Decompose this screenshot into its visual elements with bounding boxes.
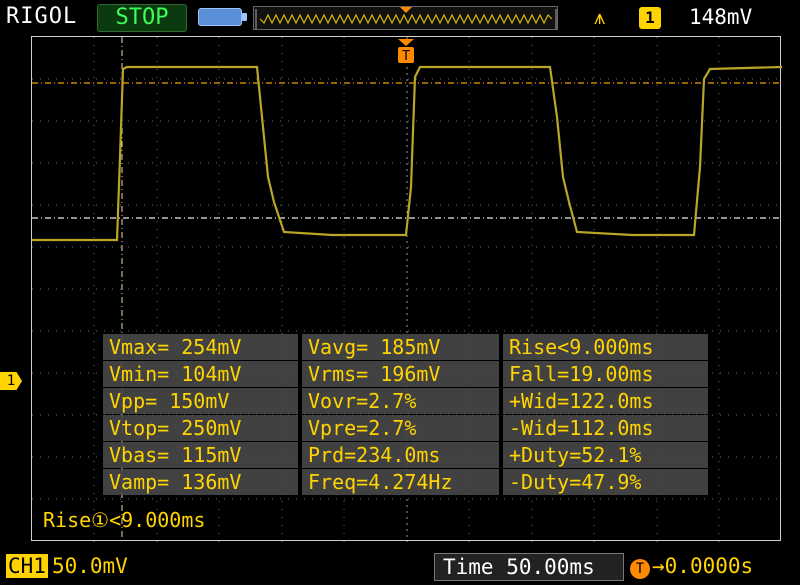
- battery-icon: [198, 8, 247, 26]
- rising-edge-icon: ⩚: [594, 5, 606, 29]
- measurement-row: Vmin= 104mV Vrms= 196mV Fall=19.00ms: [103, 361, 713, 387]
- measure-frequency: Freq=4.274Hz: [302, 469, 499, 495]
- top-status-bar: RIGOL STOP ⩚ 1 148mV: [0, 0, 800, 36]
- bottom-status-bar: CH1 50.0mV Time 50.00ms T →0.0000s: [0, 549, 800, 585]
- memory-trigger-pointer-icon: [400, 7, 412, 13]
- trigger-info[interactable]: ⩚ 1 148mV: [585, 4, 780, 32]
- timebase-readout[interactable]: Time 50.00ms: [434, 553, 624, 581]
- measure-vrms: Vrms= 196mV: [302, 361, 499, 387]
- measure-rise: Rise<9.000ms: [503, 334, 708, 360]
- measure-neg-width: -Wid=112.0ms: [503, 415, 708, 441]
- measure-vavg: Vavg= 185mV: [302, 334, 499, 360]
- measure-vpre: Vpre=2.7%: [302, 415, 499, 441]
- volts-per-div: 50.0mV: [51, 554, 128, 578]
- measure-vpp: Vpp= 150mV: [103, 388, 298, 414]
- measure-pos-duty: +Duty=52.1%: [503, 442, 708, 468]
- trigger-offset-arrow-icon: →: [652, 554, 665, 578]
- measure-period: Prd=234.0ms: [302, 442, 499, 468]
- trigger-source-badge: 1: [639, 7, 661, 29]
- measure-vtop: Vtop= 250mV: [103, 415, 298, 441]
- measure-vmin: Vmin= 104mV: [103, 361, 298, 387]
- measurement-row: Vamp= 136mV Freq=4.274Hz -Duty=47.9%: [103, 469, 713, 495]
- memory-zigzag: [259, 13, 553, 25]
- channel-1-scale[interactable]: CH1 50.0mV: [6, 554, 128, 578]
- memory-window: [253, 6, 558, 30]
- trigger-offset[interactable]: T →0.0000s: [630, 553, 795, 581]
- measure-vamp: Vamp= 136mV: [103, 469, 298, 495]
- memory-waveform-preview: [255, 7, 557, 29]
- measurement-panel: Vmax= 254mV Vavg= 185mV Rise<9.000ms Vmi…: [103, 334, 713, 496]
- trigger-marker-label: T: [402, 49, 410, 64]
- trigger-position-marker-icon[interactable]: T: [395, 39, 417, 69]
- measurement-row: Vmax= 254mV Vavg= 185mV Rise<9.000ms: [103, 334, 713, 360]
- measure-fall: Fall=19.00ms: [503, 361, 708, 387]
- active-measurement-readout: Rise①<9.000ms: [43, 508, 206, 532]
- trigger-offset-value: 0.0000s: [664, 554, 754, 578]
- measure-vbas: Vbas= 115mV: [103, 442, 298, 468]
- brand-logo: RIGOL: [6, 4, 78, 29]
- channel-1-label: CH1: [6, 554, 48, 578]
- trigger-offset-icon: T: [630, 559, 650, 579]
- measure-vovr: Vovr=2.7%: [302, 388, 499, 414]
- measurement-row: Vpp= 150mV Vovr=2.7% +Wid=122.0ms: [103, 388, 713, 414]
- run-stop-indicator[interactable]: STOP: [97, 4, 187, 32]
- measurement-row: Vbas= 115mV Prd=234.0ms +Duty=52.1%: [103, 442, 713, 468]
- measure-neg-duty: -Duty=47.9%: [503, 469, 708, 495]
- measure-vmax: Vmax= 254mV: [103, 334, 298, 360]
- channel-1-offset-marker[interactable]: 1: [0, 372, 22, 390]
- measurement-row: Vtop= 250mV Vpre=2.7% -Wid=112.0ms: [103, 415, 713, 441]
- trigger-level: 148mV: [689, 5, 753, 29]
- measure-pos-width: +Wid=122.0ms: [503, 388, 708, 414]
